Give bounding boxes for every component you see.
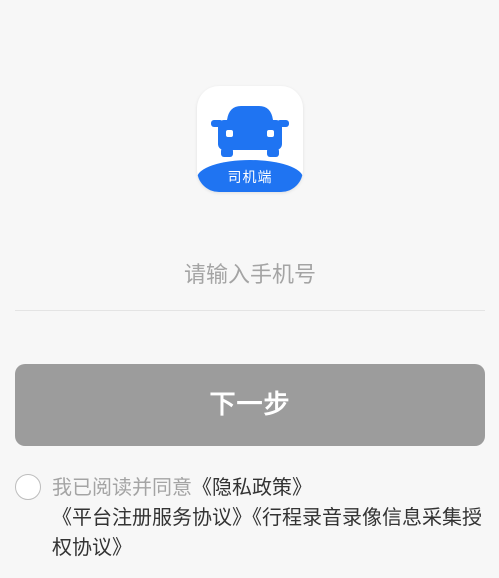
input-divider: [15, 310, 485, 311]
agreement-text: 我已阅读并同意《隐私政策》《平台注册服务协议》《行程录音录像信息采集授权协议》: [52, 472, 492, 562]
logo-badge-text: 司机端: [227, 170, 273, 186]
app-logo: 司机端: [197, 86, 303, 192]
agree-checkbox[interactable]: [15, 474, 41, 500]
phone-input[interactable]: [15, 248, 485, 302]
next-step-button[interactable]: 下一步: [15, 364, 485, 446]
agreement-prefix: 我已阅读并同意: [52, 475, 192, 499]
registration-agreement-link[interactable]: 《平台注册服务协议》: [52, 505, 252, 529]
privacy-policy-link[interactable]: 《隐私政策》: [192, 475, 312, 499]
